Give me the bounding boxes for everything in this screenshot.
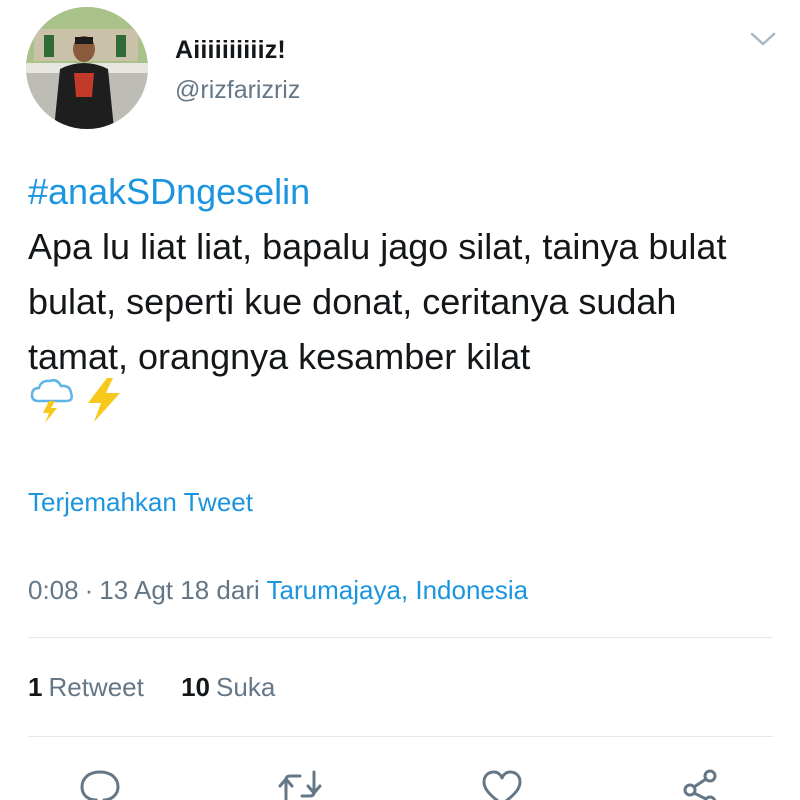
retweets-stat[interactable]: 1 Retweet xyxy=(28,672,144,703)
divider xyxy=(28,637,773,638)
tweet-time: 0:08 xyxy=(28,575,79,605)
tweet-text: #anakSDngeselin Apa lu liat liat, bapalu… xyxy=(28,164,778,384)
user-handle[interactable]: @rizfarizriz xyxy=(175,76,300,105)
chevron-down-icon[interactable] xyxy=(748,28,778,50)
display-name[interactable]: Aiiiiiiiiiiz! xyxy=(175,36,286,65)
share-icon[interactable] xyxy=(678,766,726,800)
divider xyxy=(28,736,773,737)
avatar[interactable] xyxy=(26,7,148,129)
tweet-body: Apa lu liat liat, bapalu jago silat, tai… xyxy=(28,226,727,377)
retweets-count: 1 xyxy=(28,672,43,702)
hashtag-link[interactable]: #anakSDngeselin xyxy=(28,164,778,219)
retweet-icon[interactable] xyxy=(276,766,324,800)
cloud-with-lightning-icon xyxy=(28,375,76,430)
from-label: dari xyxy=(216,575,260,605)
emoji-row xyxy=(28,374,126,430)
likes-count: 10 xyxy=(181,672,211,702)
likes-label: Suka xyxy=(216,672,276,702)
tweet-meta: 0:08 · 13 Agt 18 dari Tarumajaya, Indonesi… xyxy=(28,575,528,606)
location-link[interactable]: Tarumajaya, Indonesia xyxy=(267,575,529,605)
reply-icon[interactable] xyxy=(76,766,124,800)
retweets-label: Retweet xyxy=(48,672,144,702)
tweet-stats: 1 Retweet 10 Suka xyxy=(28,672,275,703)
tweet-date: 13 Agt 18 xyxy=(99,575,210,605)
translate-tweet-link[interactable]: Terjemahkan Tweet xyxy=(28,487,253,518)
profile-photo xyxy=(26,7,148,129)
likes-stat[interactable]: 10 Suka xyxy=(181,672,275,703)
high-voltage-icon xyxy=(80,375,126,430)
meta-separator: · xyxy=(84,575,94,605)
like-icon[interactable] xyxy=(478,766,526,800)
